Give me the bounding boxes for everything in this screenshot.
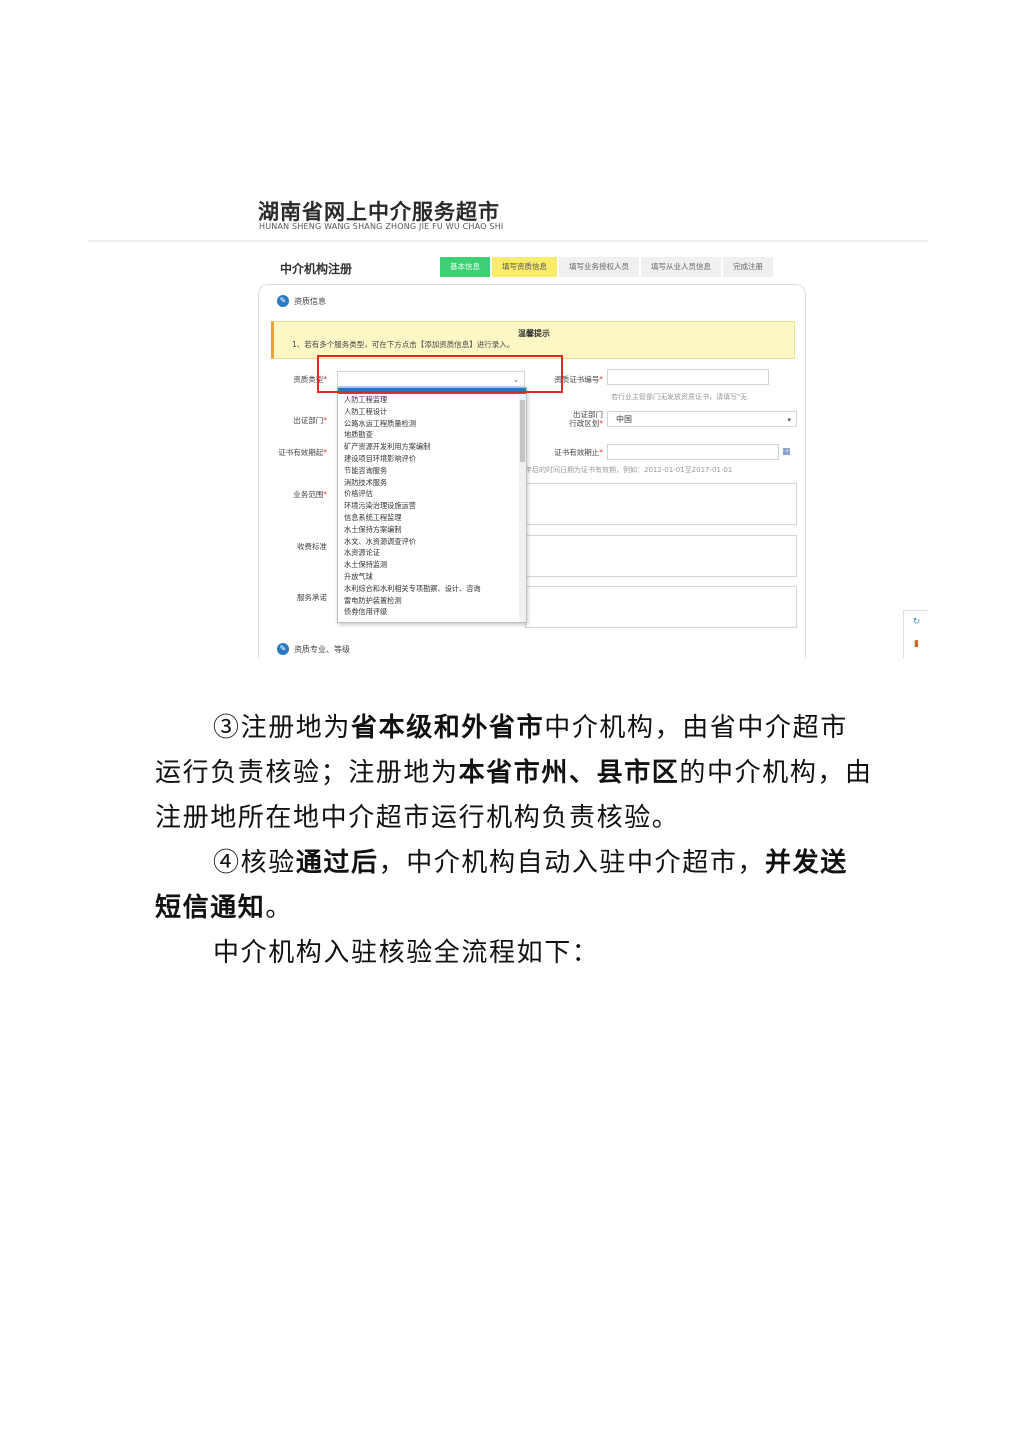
dropdown-option[interactable]: 雷电防护装置检测 [338,595,526,607]
valid-to-input[interactable] [607,444,779,460]
dropdown-option[interactable]: 人防工程监理 [338,394,526,406]
cert-no-input[interactable] [607,369,769,385]
text-run: ，中介机构自动入驻中介超市， [378,848,766,878]
label-fee: 收费标准 [297,542,327,551]
step-1: 基本信息 [440,257,490,277]
paragraph-4: ④核验通过后，中介机构自动入驻中介超市，并发送短信通知。 [155,841,875,931]
dropdown-option[interactable]: 建设项目环境影响评价 [338,453,526,465]
embedded-screenshot: 湖南省网上中介服务超市 HUNAN SHENG WANG SHANG ZHONG… [88,190,928,658]
calendar-icon[interactable]: ▦ [782,447,791,457]
office-icon[interactable]: ▮ [904,633,928,655]
dropdown-options: 人防工程监理 人防工程设计 公路水运工程质量检测 地质勘查 矿产资源开发利用方案编制 建设… [338,394,526,618]
dropdown-option[interactable]: 地质勘查 [338,429,526,441]
dropdown-option[interactable]: 消防技术服务 [338,477,526,489]
refresh-icon[interactable]: ↻ [904,611,928,633]
dropdown-option[interactable]: 水文、水资源调查评价 [338,536,526,548]
dropdown-option[interactable]: 债券信用评级 [338,606,526,618]
scope-textarea[interactable] [525,483,797,525]
dropdown-option[interactable]: 人防工程设计 [338,406,526,418]
validity-hint: 年后的时间日期为证书有效期，例如：2012-01-01至2017-01-01 [525,466,733,474]
label-region: 出证部门 行政区划* [569,410,603,428]
text-run: ④核验 [213,848,296,878]
notice-text: 1、若有多个服务类型，可在下方点击【添加资质信息】进行录入。 [292,340,515,349]
label-valid-to: 证书有效期止* [554,448,603,457]
notice-box: 温馨提示 1、若有多个服务类型，可在下方点击【添加资质信息】进行录入。 [271,321,795,359]
step-progress: 基本信息 填写资质信息 填写业务授权人员 填写从业人员信息 完成注册 [440,257,775,277]
dropdown-option[interactable]: 水土保持方案编制 [338,524,526,536]
section-title: 资质信息 [294,296,326,306]
text-run: 省本级和外省市 [351,713,545,743]
notice-title: 温馨提示 [518,329,550,338]
dropdown-option[interactable]: 矿产资源开发利用方案编制 [338,441,526,453]
section-title: 资质专业、等级 [294,644,350,654]
dropdown-option[interactable]: 价格评估 [338,488,526,500]
pencil-icon: ✎ [277,295,289,307]
step-4: 填写从业人员信息 [641,257,721,277]
side-toolbar[interactable]: ↻ ▮ [903,610,928,658]
caret-down-icon: ▾ [787,416,791,424]
region-select[interactable]: 中国 ▾ [607,411,797,427]
dropdown-option[interactable]: 信息系统工程监理 [338,512,526,524]
text-run: 本省市州、县市区 [458,758,680,788]
promise-textarea[interactable] [525,586,797,628]
registration-title: 中介机构注册 [280,262,353,276]
pencil-icon: ✎ [277,643,289,655]
dropdown-option[interactable]: 水土保持监测 [338,559,526,571]
text-run: 。 [265,893,294,923]
step-3: 填写业务授权人员 [559,257,639,277]
dropdown-option[interactable]: 节能咨询服务 [338,465,526,477]
dropdown-scrollbar[interactable] [519,394,526,622]
dropdown-option[interactable]: 水利综合和水利相关专项勘察、设计、咨询 [338,583,526,595]
label-promise: 服务承诺 [297,593,327,602]
header-divider [88,240,928,242]
section-header-major: ✎ 资质专业、等级 [277,643,350,655]
label-issuer: 出证部门* [293,416,327,425]
fee-textarea[interactable] [525,535,797,577]
paragraph-flow-intro: 中介机构入驻核验全流程如下： [213,938,600,968]
step-2: 填写资质信息 [492,257,557,277]
brand-subtitle: HUNAN SHENG WANG SHANG ZHONG JIE FU WU C… [259,222,504,231]
dropdown-option[interactable]: 升放气球 [338,571,526,583]
section-header-qualification: ✎ 资质信息 [277,295,326,307]
label-scope: 业务范围* [293,490,327,499]
form-panel: ✎ 资质信息 温馨提示 1、若有多个服务类型，可在下方点击【添加资质信息】进行录… [258,284,806,658]
dropdown-option[interactable]: 公路水运工程质量检测 [338,418,526,430]
text-run: ③注册地为 [213,713,352,743]
scrollbar-thumb[interactable] [520,400,525,462]
label-valid-from: 证书有效期起* [278,448,327,457]
highlight-annotation [317,355,563,393]
step-5: 完成注册 [723,257,773,277]
qual-type-dropdown[interactable]: 人防工程监理 人防工程设计 公路水运工程质量检测 地质勘查 矿产资源开发利用方案编制 建设… [337,387,527,623]
text-run: 通过后 [295,848,379,878]
dropdown-option[interactable]: 环境污染治理设施运营 [338,500,526,512]
paragraph-3: ③注册地为省本级和外省市中介机构，由省中介超市运行负责核验；注册地为本省市州、县… [155,706,875,841]
dropdown-option[interactable]: 水资源论证 [338,547,526,559]
cert-no-hint: 若行业主管部门无发放资质证书，请填写"无 [611,393,748,401]
